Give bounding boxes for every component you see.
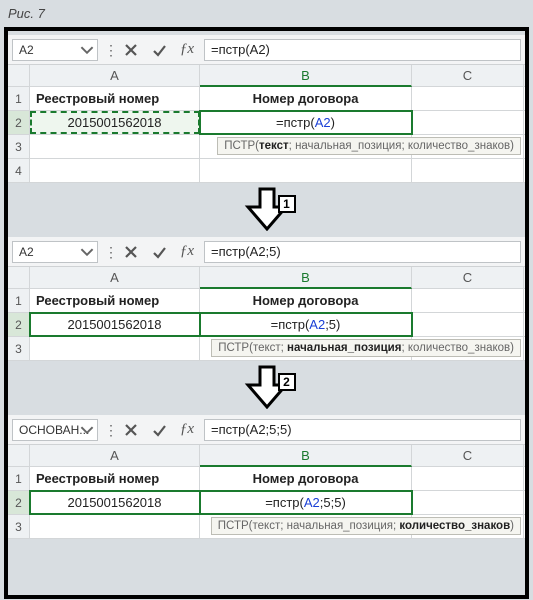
enter-button[interactable] [148, 241, 170, 263]
row-header-3[interactable]: 3 [8, 515, 30, 538]
function-arguments-tooltip: ПСТР(текст; начальная_позиция; количеств… [211, 339, 521, 357]
enter-button[interactable] [148, 39, 170, 61]
formula-bar: A2 ⋮ ƒx =пстр(A2;5) [8, 237, 525, 267]
column-header-b[interactable]: B [200, 445, 412, 467]
formula-input[interactable]: =пстр(A2) [204, 39, 521, 61]
formula-text: =пстр(A2) [211, 42, 270, 57]
column-header-c[interactable]: C [412, 65, 524, 86]
formula-bar: A2 ⋮ ƒx =пстр(A2) [8, 35, 525, 65]
name-box[interactable]: ОСНОВАН... [12, 419, 98, 441]
cell-a3[interactable] [30, 337, 200, 360]
formula-input[interactable]: =пстр(A2;5) [204, 241, 521, 263]
formula-bar-handle-icon: ⋮ [104, 247, 114, 257]
worksheet-grid: A B C 1 Реестровый номер Номер договора … [8, 445, 525, 539]
cell-b1[interactable]: Номер договора [200, 467, 412, 490]
cell-a1[interactable]: Реестровый номер [30, 87, 200, 110]
function-arguments-tooltip: ПСТР(текст; начальная_позиция; количеств… [211, 517, 521, 535]
cell-c4[interactable] [412, 159, 524, 182]
formula-input[interactable]: =пстр(A2;5;5) [204, 419, 521, 441]
row-header-2[interactable]: 2 [8, 111, 30, 134]
cancel-button[interactable] [120, 39, 142, 61]
formula-text: =пстр(A2;5) [211, 244, 281, 259]
step-number-badge: 1 [278, 195, 296, 213]
column-header-a[interactable]: A [30, 267, 200, 288]
cell-a4[interactable] [30, 159, 200, 182]
worksheet-grid: A B C 1 Реестровый номер Номер договора … [8, 267, 525, 361]
insert-function-button[interactable]: ƒx [176, 419, 198, 441]
cell-c1[interactable] [412, 467, 524, 490]
cell-a2[interactable]: 2015001562018 [30, 491, 200, 514]
name-box-value: A2 [19, 245, 34, 259]
select-all-corner[interactable] [8, 65, 30, 86]
enter-button[interactable] [148, 419, 170, 441]
cell-a2[interactable]: 2015001562018 [30, 313, 200, 336]
cell-b1[interactable]: Номер договора [200, 87, 412, 110]
cell-c2[interactable] [412, 111, 524, 134]
cell-a2[interactable]: 2015001562018 [30, 111, 200, 134]
name-box-value: A2 [19, 43, 34, 57]
row-header-4[interactable]: 4 [8, 159, 30, 182]
name-box-dropdown-icon[interactable] [80, 43, 94, 57]
insert-function-button[interactable]: ƒx [176, 39, 198, 61]
row-header-3[interactable]: 3 [8, 337, 30, 360]
row-header-3[interactable]: 3 [8, 135, 30, 158]
step-arrow-2: 2 [8, 365, 525, 409]
cell-c2[interactable] [412, 491, 524, 514]
cell-b2-text: =пстр(A2) [276, 115, 335, 130]
cell-a1[interactable]: Реестровый номер [30, 467, 200, 490]
column-header-a[interactable]: A [30, 445, 200, 466]
cancel-button[interactable] [120, 419, 142, 441]
row-header-1[interactable]: 1 [8, 289, 30, 312]
select-all-corner[interactable] [8, 445, 30, 466]
name-box[interactable]: A2 [12, 241, 98, 263]
step-arrow-1: 1 [8, 187, 525, 231]
formula-bar-handle-icon: ⋮ [104, 45, 114, 55]
column-header-b[interactable]: B [200, 65, 412, 87]
column-header-c[interactable]: C [412, 267, 524, 288]
column-header-a[interactable]: A [30, 65, 200, 86]
cell-b2[interactable]: =пстр(A2;5) [200, 313, 412, 336]
cell-b2-text: =пстр(A2;5;5) [265, 495, 346, 510]
column-header-c[interactable]: C [412, 445, 524, 466]
worksheet-grid: A B C 1 Реестровый номер Номер договора … [8, 65, 525, 183]
cancel-button[interactable] [120, 241, 142, 263]
cell-a3[interactable] [30, 515, 200, 538]
name-box[interactable]: A2 [12, 39, 98, 61]
tutorial-frame: A2 ⋮ ƒx =пстр(A2) A B C [4, 27, 529, 599]
row-header-1[interactable]: 1 [8, 87, 30, 110]
name-box-dropdown-icon[interactable] [80, 245, 94, 259]
cell-b4[interactable] [200, 159, 412, 182]
row-header-1[interactable]: 1 [8, 467, 30, 490]
cell-a1[interactable]: Реестровый номер [30, 289, 200, 312]
select-all-corner[interactable] [8, 267, 30, 288]
name-box-value: ОСНОВАН... [19, 423, 89, 437]
column-header-b[interactable]: B [200, 267, 412, 289]
formula-text: =пстр(A2;5;5) [211, 422, 292, 437]
row-header-2[interactable]: 2 [8, 491, 30, 514]
cell-b2-text: =пстр(A2;5) [271, 317, 341, 332]
cell-a3[interactable] [30, 135, 200, 158]
excel-step-3: ОСНОВАН... ⋮ ƒx =пстр(A2;5;5) A B [8, 415, 525, 539]
cell-b2[interactable]: =пстр(A2;5;5) [200, 491, 412, 514]
formula-bar: ОСНОВАН... ⋮ ƒx =пстр(A2;5;5) [8, 415, 525, 445]
insert-function-button[interactable]: ƒx [176, 241, 198, 263]
excel-step-2: A2 ⋮ ƒx =пстр(A2;5) A B C [8, 237, 525, 361]
function-arguments-tooltip: ПСТР(текст; начальная_позиция; количеств… [217, 137, 521, 155]
step-number-badge: 2 [278, 373, 296, 391]
cell-b1[interactable]: Номер договора [200, 289, 412, 312]
cell-c1[interactable] [412, 289, 524, 312]
figure-label: Рис. 7 [0, 0, 533, 27]
formula-bar-handle-icon: ⋮ [104, 425, 114, 435]
cell-c1[interactable] [412, 87, 524, 110]
row-header-2[interactable]: 2 [8, 313, 30, 336]
name-box-dropdown-icon[interactable] [80, 423, 94, 437]
cell-c2[interactable] [412, 313, 524, 336]
excel-step-1: A2 ⋮ ƒx =пстр(A2) A B C [8, 35, 525, 183]
cell-b2[interactable]: =пстр(A2) [200, 111, 412, 134]
